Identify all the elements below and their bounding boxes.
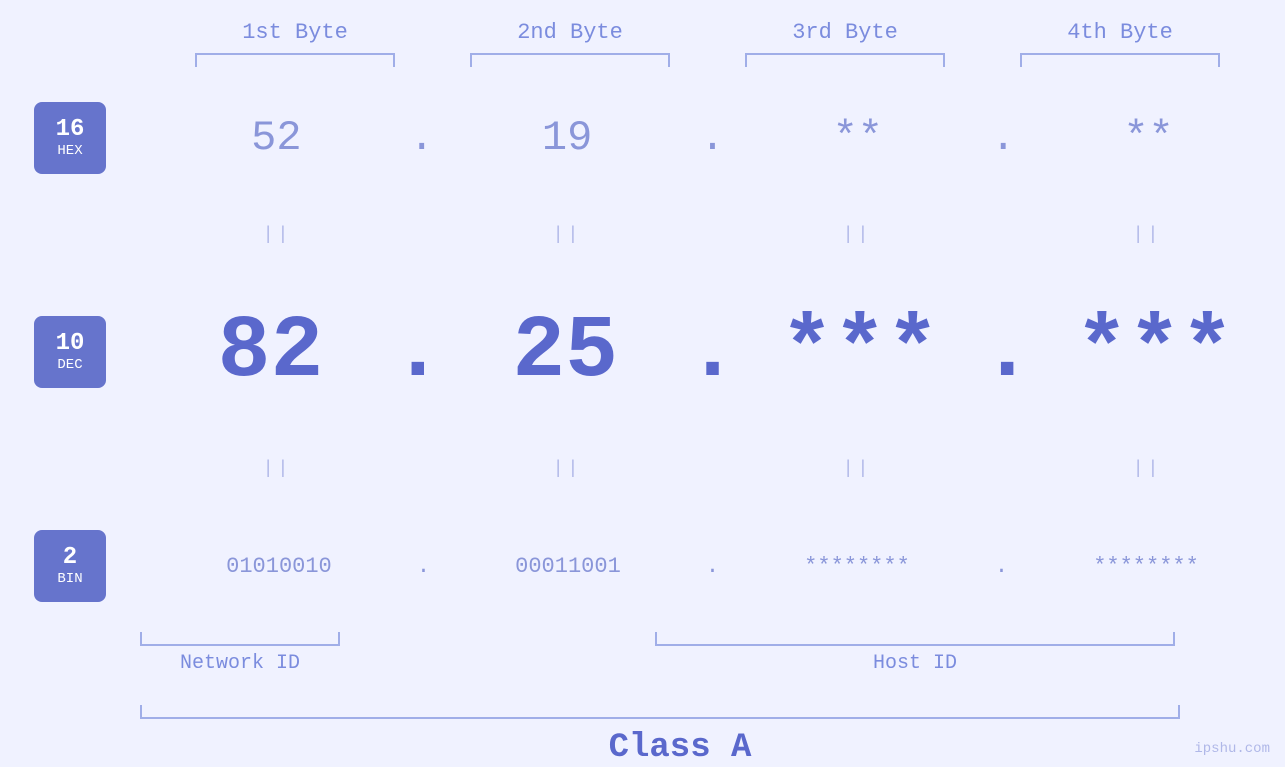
dec-b2: 25 — [465, 303, 665, 402]
bin-badge: 2 BIN — [34, 530, 106, 602]
hex-b3: ** — [758, 114, 958, 162]
dot-bin-3: . — [995, 554, 1008, 579]
sep1-b2: || — [468, 225, 668, 245]
dot-bin-1: . — [417, 554, 430, 579]
dot-dec-1: . — [391, 303, 444, 402]
host-id-label: Host ID — [873, 652, 957, 675]
network-id-label: Network ID — [180, 652, 300, 675]
class-label: Class A — [609, 729, 752, 767]
dec-b1: 82 — [170, 303, 370, 402]
host-bottom-bracket — [655, 632, 1175, 646]
byte2-top-bracket — [470, 53, 670, 67]
dot-dec-2: . — [686, 303, 739, 402]
sep2-b1: || — [178, 459, 378, 479]
sep1-b3: || — [758, 225, 958, 245]
sep2-b2: || — [468, 459, 668, 479]
sep2-b4: || — [1048, 459, 1248, 479]
byte2-header: 2nd Byte — [460, 20, 680, 45]
sep2-b3: || — [758, 459, 958, 479]
hex-b2: 19 — [467, 114, 667, 162]
byte4-header: 4th Byte — [1010, 20, 1230, 45]
byte3-top-bracket — [745, 53, 945, 67]
dec-b3: *** — [760, 303, 960, 402]
hex-b4: ** — [1049, 114, 1249, 162]
bin-b3: ******** — [757, 554, 957, 579]
network-bottom-bracket — [140, 632, 340, 646]
byte3-header: 3rd Byte — [735, 20, 955, 45]
byte4-top-bracket — [1020, 53, 1220, 67]
dot-bin-2: . — [706, 554, 719, 579]
dot-hex-1: . — [409, 114, 434, 162]
sep1-b1: || — [178, 225, 378, 245]
dec-badge: 10 DEC — [34, 316, 106, 388]
main-container: 1st Byte 2nd Byte 3rd Byte 4th Byte 16 H… — [0, 0, 1285, 767]
byte1-header: 1st Byte — [185, 20, 405, 45]
bin-b1: 01010010 — [179, 554, 379, 579]
watermark: ipshu.com — [1194, 741, 1270, 757]
bin-b4: ******** — [1046, 554, 1246, 579]
byte1-top-bracket — [195, 53, 395, 67]
sep1-b4: || — [1048, 225, 1248, 245]
full-bottom-bracket — [140, 705, 1180, 719]
hex-b1: 52 — [176, 114, 376, 162]
dot-hex-2: . — [700, 114, 725, 162]
dot-hex-3: . — [991, 114, 1016, 162]
dec-b4: *** — [1055, 303, 1255, 402]
bin-b2: 00011001 — [468, 554, 668, 579]
dot-dec-3: . — [981, 303, 1034, 402]
hex-badge: 16 HEX — [34, 102, 106, 174]
